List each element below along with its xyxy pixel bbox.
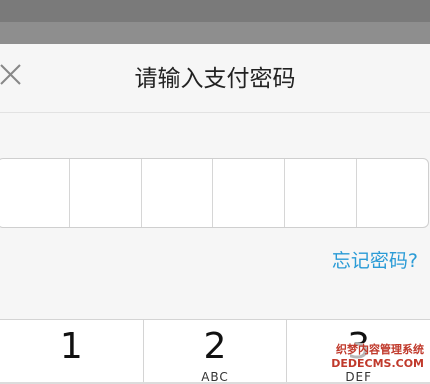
key-letters: ABC xyxy=(201,370,229,384)
background-toolbar xyxy=(0,22,430,44)
header-divider xyxy=(0,112,430,113)
key-2[interactable]: 2 ABC xyxy=(144,320,288,384)
pin-digit-1[interactable] xyxy=(0,159,70,227)
pin-digit-3[interactable] xyxy=(142,159,214,227)
key-number: 2 xyxy=(203,326,227,367)
watermark: 织梦内容管理系统 DEDECMS.COM xyxy=(331,343,424,371)
pin-digit-4[interactable] xyxy=(213,159,286,227)
password-input[interactable] xyxy=(0,158,429,228)
page-title: 请输入支付密码 xyxy=(134,66,296,92)
pin-digit-6[interactable] xyxy=(357,159,428,227)
key-1[interactable]: 1 xyxy=(0,320,144,382)
pin-digit-5[interactable] xyxy=(285,159,358,227)
forgot-password-link[interactable]: 忘记密码? xyxy=(332,246,418,273)
watermark-line-2: DEDECMS.COM xyxy=(331,357,424,370)
key-letters: DEF xyxy=(345,370,373,384)
key-number: 1 xyxy=(59,326,83,367)
background-status-bar xyxy=(0,0,430,22)
watermark-line-1: 织梦内容管理系统 xyxy=(336,343,424,356)
pin-digit-2[interactable] xyxy=(70,159,142,227)
